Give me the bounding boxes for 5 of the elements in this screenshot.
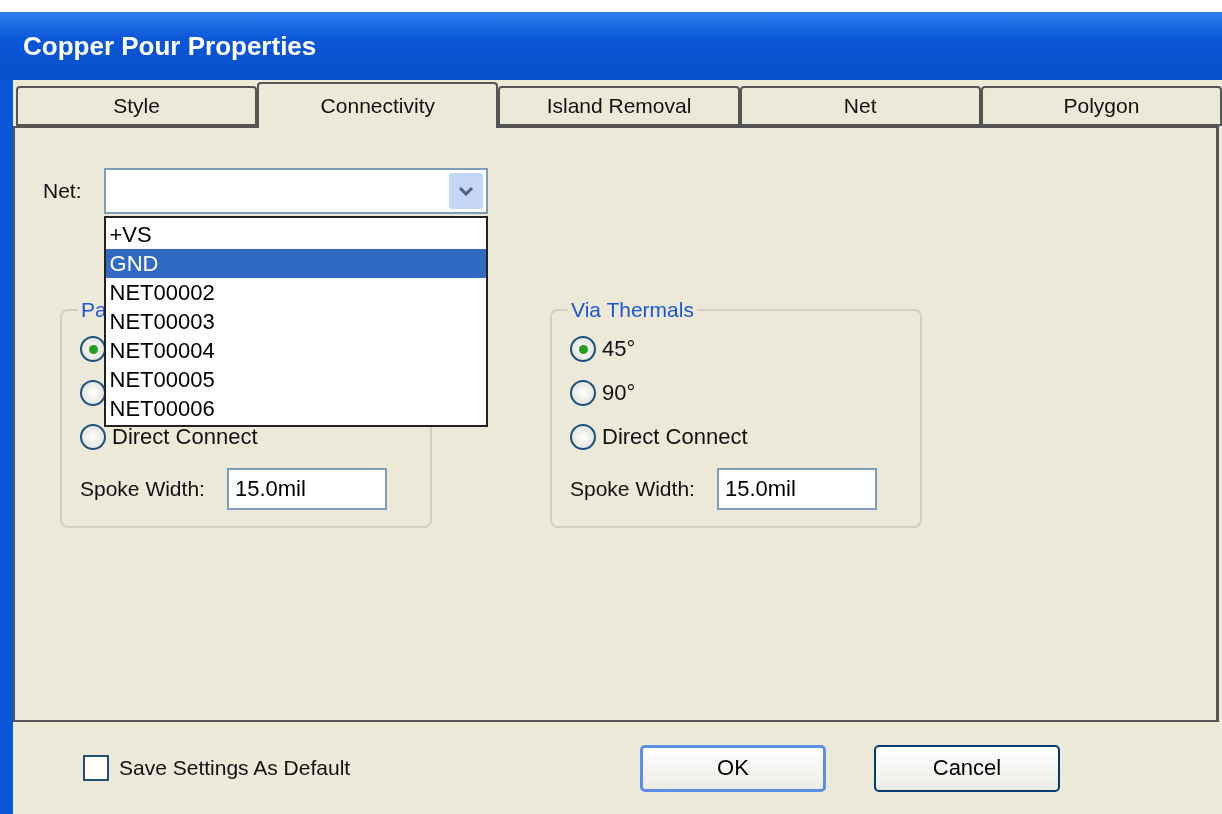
window-title: Copper Pour Properties [23, 30, 317, 62]
net-label: Net: [43, 179, 82, 203]
field-label: Spoke Width: [80, 477, 205, 501]
field-label: Spoke Width: [570, 477, 695, 501]
group-title: Via Thermals [570, 298, 695, 322]
